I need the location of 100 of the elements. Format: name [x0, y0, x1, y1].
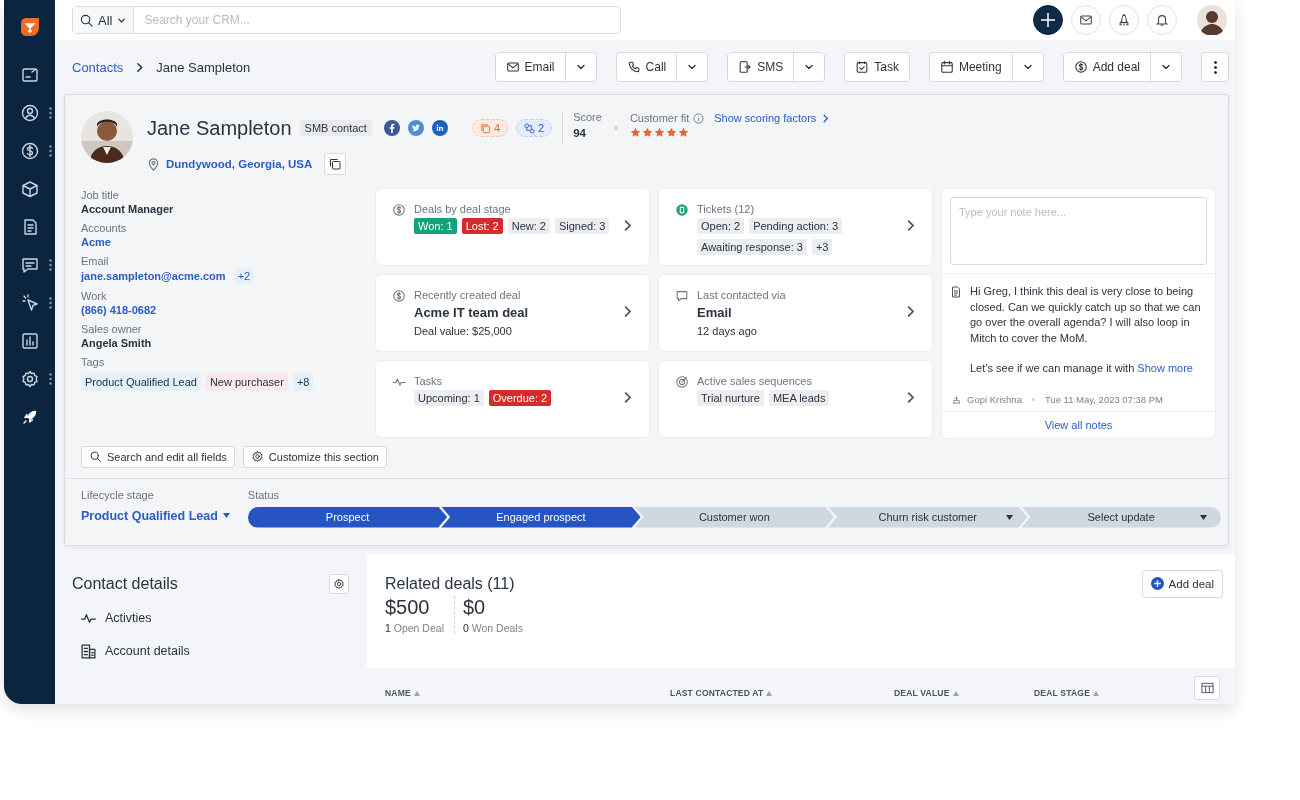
- linkedin-icon[interactable]: [431, 120, 448, 136]
- status-stage[interactable]: Prospect: [247, 506, 448, 528]
- tag[interactable]: New purchaser: [205, 373, 288, 391]
- status-chip: Lost: 2: [461, 218, 503, 234]
- section-title: Related deals (11): [385, 574, 515, 593]
- mail-button[interactable]: [1071, 5, 1101, 35]
- tag[interactable]: Product Qualified Lead: [81, 373, 201, 391]
- settings-icon: [333, 577, 345, 590]
- table-icon: [1200, 682, 1214, 694]
- more-icon[interactable]: [49, 297, 52, 309]
- dollar-icon[interactable]: [19, 141, 40, 161]
- contact-icon[interactable]: [19, 103, 40, 123]
- summary-card[interactable]: Active sales sequences Trial nurture MEA leads: [659, 361, 932, 438]
- section-link[interactable]: Activties: [105, 611, 152, 625]
- star-icon: [629, 127, 641, 138]
- chat-icon[interactable]: [19, 255, 40, 275]
- settings-button[interactable]: [329, 573, 349, 594]
- lifecycle-dropdown[interactable]: Product Qualified Lead: [81, 508, 230, 523]
- field-link[interactable]: Acme: [81, 236, 111, 248]
- settings-icon[interactable]: [19, 369, 40, 389]
- sort-icon: [1093, 690, 1099, 696]
- status-chip: MEA leads: [768, 390, 830, 407]
- summary-card[interactable]: Deals by deal stage Won: 1 Lost: 2 New: 2 Signed: 3: [376, 189, 649, 265]
- deal-amount: $0: [462, 595, 487, 619]
- bell-icon: [1155, 13, 1169, 27]
- mail-icon: [1079, 13, 1093, 27]
- card-title: Active sales sequences: [697, 375, 813, 388]
- rocket-button[interactable]: [1109, 5, 1139, 35]
- more-icon[interactable]: [49, 373, 52, 385]
- score-label: Score: [573, 111, 602, 123]
- separator-dot-icon: [1031, 397, 1035, 401]
- contact-name: Jane Sampleton: [147, 116, 292, 140]
- field-link[interactable]: (866) 418-0682: [81, 304, 157, 316]
- field-label: Work: [81, 290, 108, 302]
- phone-arrow-icon: [738, 60, 753, 74]
- add-deal-button[interactable]: Add deal: [1141, 569, 1223, 598]
- twitter-icon[interactable]: [407, 120, 424, 136]
- status-chip: Won: 1: [414, 218, 457, 234]
- status-chip: Upcoming: 1: [414, 390, 484, 407]
- scope-dropdown[interactable]: All: [73, 7, 135, 33]
- deal-count: 1 Open Deal: [385, 621, 444, 634]
- section-title: Contact details: [72, 574, 178, 593]
- card-title: Last contacted via: [697, 289, 786, 302]
- section-button[interactable]: Customize this section: [242, 445, 387, 468]
- note-field[interactable]: Type your note here...: [950, 197, 1207, 265]
- column-header[interactable]: NAME: [385, 688, 670, 698]
- status-stage[interactable]: Engaged prospect: [441, 506, 641, 528]
- status-chip: +3: [811, 239, 833, 255]
- scoring-factors-link[interactable]: Show scoring factors: [714, 112, 832, 124]
- rocket-icon: [1117, 13, 1131, 27]
- status-stage[interactable]: Select update: [1021, 506, 1221, 528]
- status-chip: Trial nurture: [697, 390, 764, 407]
- section-button[interactable]: Search and edit all fields: [81, 445, 235, 468]
- notifications-button[interactable]: [1147, 5, 1177, 35]
- chart-icon[interactable]: [19, 331, 40, 351]
- status-stage[interactable]: Churn risk customer: [828, 506, 1028, 528]
- status-stage[interactable]: Customer won: [634, 506, 835, 528]
- column-header[interactable]: LAST CONTACTED AT: [670, 688, 894, 698]
- star-icon: [641, 127, 653, 138]
- more-icon[interactable]: [49, 107, 52, 119]
- pointer-icon[interactable]: [19, 293, 40, 313]
- add-button[interactable]: [1033, 5, 1063, 35]
- column-header[interactable]: DEAL VALUE: [894, 688, 1034, 698]
- field-label: Accounts: [81, 222, 128, 234]
- settings-icon: [250, 450, 264, 463]
- summary-card[interactable]: Tasks Upcoming: 1 Overdue: 2: [376, 361, 649, 438]
- copy-button[interactable]: [324, 153, 347, 175]
- summary-card[interactable]: Tickets (12) Open: 2 Pending action: 3 Awaiting response: 3 +3: [659, 189, 932, 265]
- star-icon: [665, 127, 677, 138]
- nodes-icon: [524, 122, 536, 134]
- breadcrumb-link[interactable]: Contacts: [72, 59, 124, 75]
- more-icon[interactable]: [49, 259, 52, 271]
- caret-icon: [222, 513, 230, 518]
- action-button[interactable]: Task: [845, 53, 909, 81]
- search-field[interactable]: All Search your CRM...: [72, 6, 621, 34]
- column-header[interactable]: DEAL STAGE: [1034, 688, 1184, 698]
- field-link[interactable]: jane.sampleton@acme.com: [81, 270, 226, 282]
- show-more-link[interactable]: Show more: [1137, 362, 1193, 374]
- phone-icon: [626, 60, 641, 74]
- columns-button[interactable]: [1194, 676, 1220, 700]
- mail-icon: [505, 60, 520, 74]
- link-count-badge[interactable]: 2: [516, 119, 553, 137]
- segment-tag: SMB contact: [299, 120, 372, 136]
- more-icon[interactable]: [49, 145, 52, 157]
- section-link[interactable]: Account details: [105, 644, 190, 658]
- card-headline: Email: [697, 305, 733, 321]
- more-count[interactable]: +2: [233, 269, 255, 283]
- card-detail: Deal value: $25,000: [414, 325, 513, 338]
- tag[interactable]: +8: [292, 373, 314, 391]
- facebook-icon[interactable]: [383, 120, 400, 136]
- summary-card[interactable]: Recently created deal Acme IT team deal Deal value: $25,000: [376, 275, 649, 352]
- copy-icon: [479, 122, 491, 134]
- view-all-notes-link[interactable]: View all notes: [942, 410, 1215, 438]
- status-label: Status: [247, 488, 280, 501]
- box-icon[interactable]: [19, 179, 40, 199]
- summary-card[interactable]: Last contacted via Email 12 days ago: [659, 275, 932, 352]
- dashboard-icon[interactable]: [19, 65, 40, 85]
- info-icon[interactable]: [693, 112, 705, 124]
- location-text: Dundywood, Georgia, USA: [166, 158, 313, 170]
- avatar[interactable]: [1197, 5, 1227, 35]
